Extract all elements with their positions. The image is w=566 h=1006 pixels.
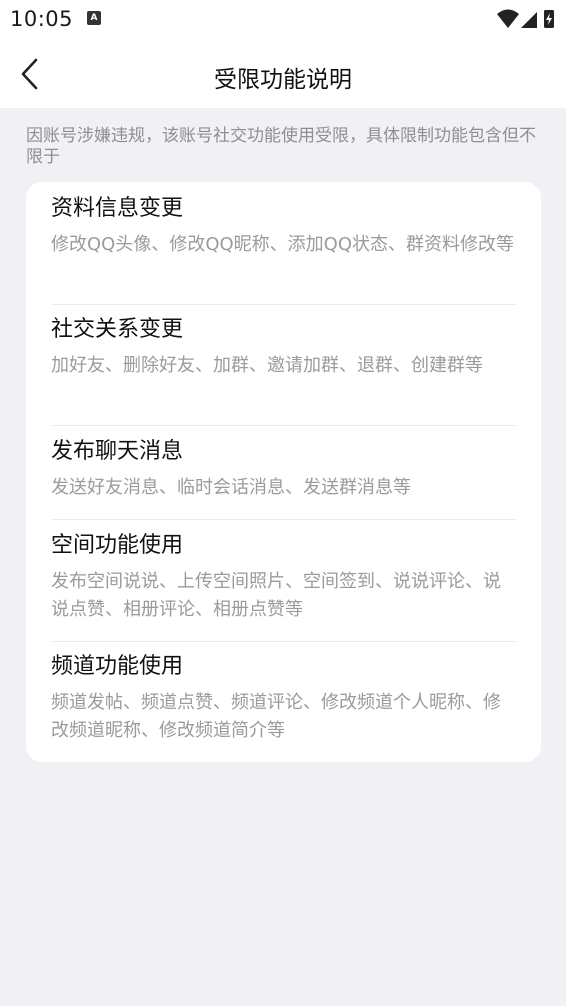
wifi-icon — [497, 9, 519, 28]
item-description: 频道发帖、频道点赞、频道评论、修改频道个人昵称、修改频道昵称、修改频道简介等 — [51, 692, 501, 741]
list-item: 发布聊天消息 发送好友消息、临时会话消息、发送群消息等 — [51, 437, 516, 502]
item-description: 发送好友消息、临时会话消息、发送群消息等 — [51, 477, 411, 498]
divider — [51, 641, 516, 642]
content-area: 因账号涉嫌违规，该账号社交功能使用受限，具体限制功能包含但不限于 资料信息变更 … — [0, 108, 566, 1006]
restriction-list-card: 资料信息变更 修改QQ头像、修改QQ昵称、添加QQ状态、群资料修改等 社交关系变… — [26, 182, 541, 762]
intro-text: 因账号涉嫌违规，该账号社交功能使用受限，具体限制功能包含但不限于 — [26, 126, 536, 167]
item-description: 修改QQ头像、修改QQ昵称、添加QQ状态、群资料修改等 — [51, 234, 515, 255]
item-title: 社交关系变更 — [51, 317, 184, 342]
item-title: 频道功能使用 — [51, 654, 184, 679]
page-title: 受限功能说明 — [214, 67, 352, 93]
system-status-icons — [497, 9, 554, 28]
signal-icon — [521, 12, 537, 28]
divider — [51, 519, 516, 520]
notification-icon: A — [87, 11, 101, 25]
nav-bar: 受限功能说明 — [0, 40, 566, 108]
status-bar: 10:05 A — [0, 0, 566, 40]
status-time: 10:05 — [10, 7, 74, 31]
item-title: 资料信息变更 — [51, 196, 184, 221]
divider — [51, 425, 516, 426]
list-item: 资料信息变更 修改QQ头像、修改QQ昵称、添加QQ状态、群资料修改等 — [51, 194, 516, 259]
item-description: 发布空间说说、上传空间照片、空间签到、说说评论、说说点赞、相册评论、相册点赞等 — [51, 571, 501, 620]
list-item: 社交关系变更 加好友、删除好友、加群、邀请加群、退群、创建群等 — [51, 315, 516, 380]
item-title: 空间功能使用 — [51, 533, 184, 558]
list-item: 频道功能使用 频道发帖、频道点赞、频道评论、修改频道个人昵称、修改频道昵称、修改… — [51, 652, 516, 745]
item-description: 加好友、删除好友、加群、邀请加群、退群、创建群等 — [51, 355, 483, 376]
list-item: 空间功能使用 发布空间说说、上传空间照片、空间签到、说说评论、说说点赞、相册评论… — [51, 531, 516, 624]
divider — [51, 304, 516, 305]
item-title: 发布聊天消息 — [51, 439, 184, 464]
